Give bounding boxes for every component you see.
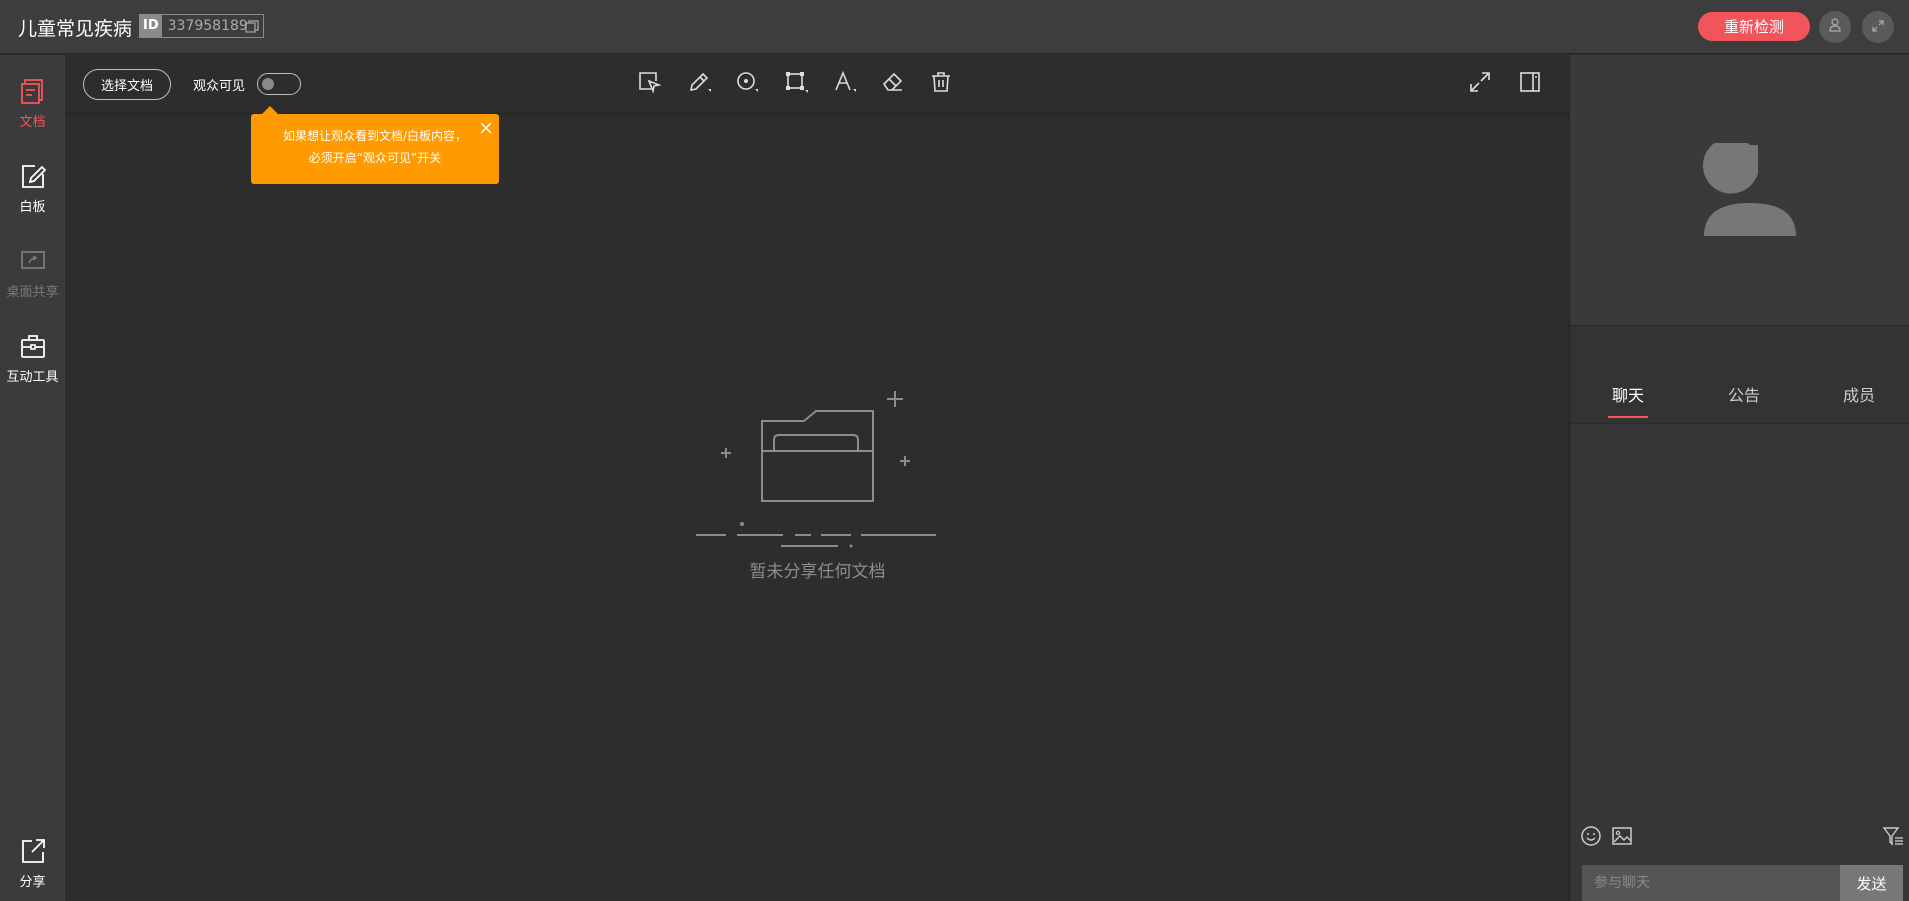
eraser-icon <box>881 70 905 98</box>
nav-label-whiteboard: 白板 <box>19 200 46 215</box>
select-document-button[interactable]: 选择文档 <box>83 69 171 100</box>
filter-icon[interactable] <box>1882 825 1904 851</box>
pen-icon <box>687 70 711 98</box>
video-area <box>1570 55 1909 325</box>
eraser-tool[interactable] <box>879 70 907 98</box>
room-id-number: 337958189 <box>167 18 248 34</box>
chat-tools <box>1570 825 1909 865</box>
id-tag: ID <box>140 15 162 37</box>
nav-item-whiteboard[interactable]: 白板 <box>0 162 65 215</box>
tab-announcement[interactable]: 公告 <box>1728 382 1760 406</box>
nav-label-document: 文档 <box>19 115 46 130</box>
select-tool[interactable] <box>635 70 663 98</box>
right-panel: 聊天 公告 成员 发送 <box>1569 55 1909 901</box>
chat-input[interactable] <box>1582 865 1840 901</box>
fullscreen-button[interactable] <box>1862 11 1894 43</box>
toggle-knob <box>262 78 274 90</box>
audience-visible-tooltip: 如果想让观众看到文档/白板内容， 必须开启“观众可见”开关 <box>251 106 499 184</box>
pen-tool[interactable] <box>685 70 713 98</box>
nav-label-interactive-tools: 互动工具 <box>6 370 59 385</box>
share-icon <box>0 837 65 869</box>
empty-folder-illustration <box>693 385 943 559</box>
rectangle-icon <box>784 70 808 98</box>
trash-icon <box>929 70 953 98</box>
nav-item-share[interactable]: 分享 <box>0 837 65 890</box>
audience-visible-label: 观众可见 <box>193 79 246 94</box>
clear-tool[interactable] <box>927 70 955 98</box>
toolbox-icon <box>0 332 65 364</box>
person-icon <box>1827 17 1843 37</box>
expand-arrows-icon <box>1468 70 1492 98</box>
nav-label-share: 分享 <box>19 875 46 890</box>
audience-visible-toggle[interactable] <box>257 73 301 95</box>
tab-chat[interactable]: 聊天 <box>1607 382 1649 418</box>
laser-pointer-tool[interactable] <box>733 70 761 98</box>
expand-icon <box>1871 18 1885 37</box>
screen-share-icon <box>0 247 65 279</box>
document-toolbar: 选择文档 观众可见 <box>65 55 1569 114</box>
shape-tool[interactable] <box>782 70 810 98</box>
course-title: 儿童常见疾病 <box>18 18 133 40</box>
text-tool[interactable] <box>831 70 859 98</box>
side-panel-icon <box>1518 70 1542 98</box>
send-button[interactable]: 发送 <box>1840 865 1903 901</box>
text-icon <box>833 70 857 98</box>
fullscreen-document-button[interactable] <box>1466 70 1494 98</box>
user-avatar-icon <box>1702 137 1798 243</box>
nav-item-screen-share[interactable]: 桌面共享 <box>0 247 65 300</box>
pointer-select-icon <box>637 70 662 98</box>
copy-icon[interactable] <box>245 19 259 38</box>
panel-tabs: 聊天 公告 成员 <box>1570 325 1909 424</box>
image-icon[interactable] <box>1611 825 1633 851</box>
device-check-button[interactable] <box>1819 11 1851 43</box>
room-id-badge: ID 337958189 <box>139 14 264 38</box>
document-icon <box>0 77 65 109</box>
nav-label-screen-share: 桌面共享 <box>6 285 59 300</box>
tab-members[interactable]: 成员 <box>1843 382 1875 406</box>
nav-item-interactive-tools[interactable]: 互动工具 <box>0 332 65 385</box>
laser-pointer-icon <box>735 70 759 98</box>
nav-item-document[interactable]: 文档 <box>0 77 65 130</box>
recheck-button[interactable]: 重新检测 <box>1698 12 1810 41</box>
whiteboard-icon <box>0 162 65 194</box>
toggle-side-panel-button[interactable] <box>1516 70 1544 98</box>
top-bar: 儿童常见疾病 ID 337958189 重新检测 <box>0 0 1909 54</box>
left-nav: 文档 白板 桌面共享 互动工具 分享 <box>0 55 65 901</box>
tooltip-line-1: 如果想让观众看到文档/白板内容， <box>282 129 468 143</box>
emoji-icon[interactable] <box>1580 825 1602 851</box>
tooltip-line-2: 必须开启“观众可见”开关 <box>308 151 442 165</box>
close-icon[interactable] <box>479 120 493 142</box>
empty-state-text: 暂未分享任何文档 <box>749 562 886 582</box>
